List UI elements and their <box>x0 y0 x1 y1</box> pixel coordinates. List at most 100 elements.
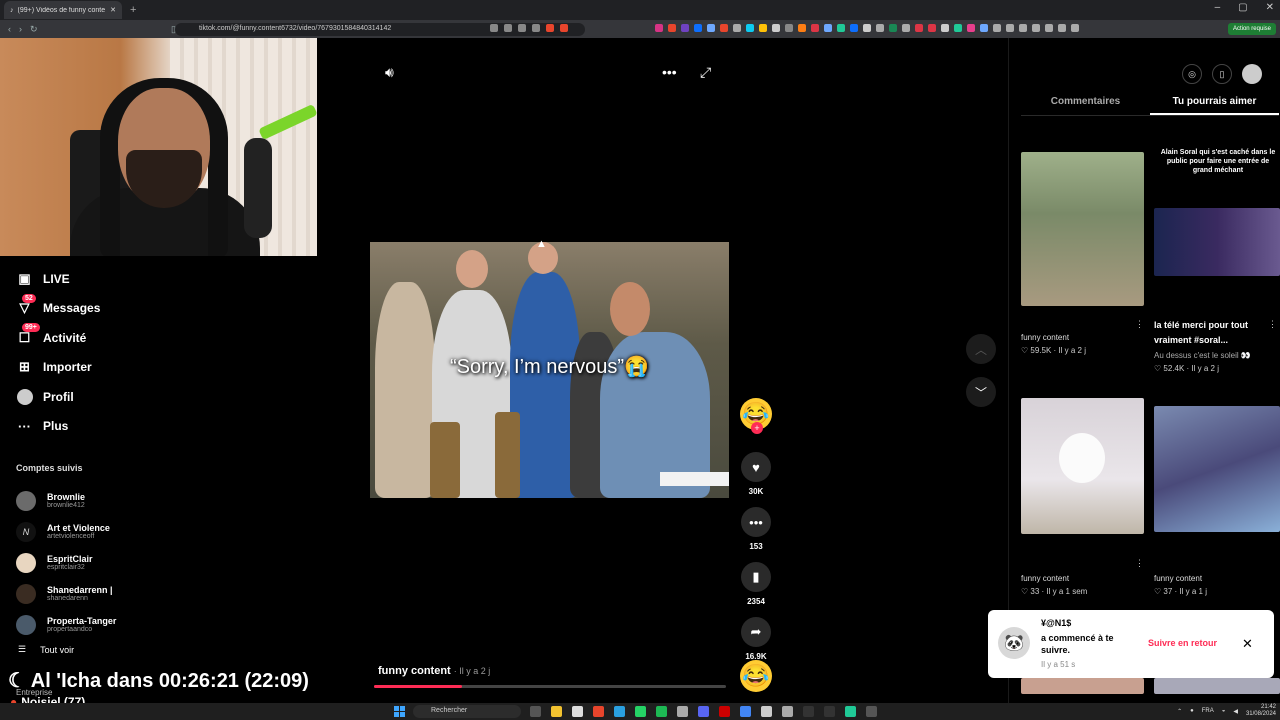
extension-icon[interactable] <box>954 24 962 32</box>
creator-avatar[interactable]: 😂 + <box>740 398 772 434</box>
compass-icon[interactable]: ◎ <box>1182 64 1202 84</box>
file-explorer-icon[interactable] <box>551 706 562 717</box>
extension-icon[interactable] <box>707 24 715 32</box>
fullscreen-icon[interactable]: ⤢ <box>700 64 711 81</box>
app-icon[interactable] <box>845 706 856 717</box>
taskbar-search[interactable]: Rechercher <box>413 705 521 718</box>
extension-icon[interactable] <box>980 24 988 32</box>
brave-icon[interactable] <box>593 706 604 717</box>
extension-icon[interactable] <box>720 24 728 32</box>
language-indicator[interactable]: FRA <box>1202 708 1214 714</box>
follow-plus-icon[interactable]: + <box>751 422 763 434</box>
extension-icon[interactable] <box>837 24 845 32</box>
extension-icon[interactable] <box>798 24 806 32</box>
browser-tab[interactable]: ♪ (99+) Vidéos de funny conte ✕ <box>4 1 122 19</box>
close-icon[interactable]: ✕ <box>1242 636 1253 652</box>
tab-close-icon[interactable]: ✕ <box>110 6 116 14</box>
extension-icon[interactable] <box>733 24 741 32</box>
more-options-icon[interactable]: ⋮ <box>1268 319 1277 330</box>
extension-icon[interactable] <box>967 24 975 32</box>
wifi-icon[interactable]: ◒ <box>1222 708 1226 714</box>
previous-video-button[interactable]: ︿ <box>966 334 996 364</box>
extension-icon[interactable] <box>941 24 949 32</box>
follow-back-button[interactable]: Suivre en retour <box>1148 638 1217 648</box>
brave-rewards-icon[interactable] <box>560 24 568 32</box>
clock[interactable]: 21:42 31/08/2024 <box>1246 704 1276 718</box>
more-options-icon[interactable]: ⋮ <box>1135 558 1144 569</box>
app-icon[interactable] <box>824 706 835 717</box>
maximize-icon[interactable]: ▢ <box>1238 2 1247 13</box>
extension-icon[interactable] <box>668 24 676 32</box>
video-player[interactable]: “Sorry, I’m nervous”😭 <box>370 242 729 498</box>
extension-icon[interactable] <box>681 24 689 32</box>
extension-icon[interactable] <box>759 24 767 32</box>
sidebar-item-messages[interactable]: ▽ 52 Messages <box>0 293 300 324</box>
app-icon[interactable] <box>761 706 772 717</box>
sidebar-item-profile[interactable]: Profil <box>0 382 300 412</box>
app-icon[interactable] <box>866 706 877 717</box>
action-required-button[interactable]: Action requise <box>1227 23 1276 35</box>
extension-icon[interactable] <box>928 24 936 32</box>
list-item[interactable]: N Art et Violence artetviolenceoff <box>16 516 116 547</box>
extension-icon[interactable] <box>655 24 663 32</box>
sidebar-item-live[interactable]: ▣ LIVE <box>0 264 300 294</box>
speaker-icon[interactable]: ◀ <box>1233 708 1238 715</box>
save-button[interactable]: ▮ <box>741 562 771 592</box>
music-disc-icon[interactable]: 😂 <box>740 660 772 692</box>
list-item[interactable]: Properta-Tanger propertaandco <box>16 609 116 640</box>
star-icon[interactable] <box>532 24 540 32</box>
share-icon[interactable] <box>504 24 512 32</box>
video-thumbnail[interactable] <box>1021 152 1144 306</box>
more-options-icon[interactable]: ••• <box>662 64 677 80</box>
chrome-icon[interactable] <box>740 706 751 717</box>
list-item[interactable]: Brownlie brownlie412 <box>16 485 116 516</box>
list-item[interactable]: Shanedarrenn | shanedarenn <box>16 578 116 609</box>
task-view-icon[interactable] <box>530 706 541 717</box>
extension-icon[interactable] <box>772 24 780 32</box>
tray-chevron-icon[interactable]: ⌃ <box>1177 708 1182 715</box>
volume-icon[interactable]: 🔊︎ <box>385 64 394 81</box>
translate-icon[interactable] <box>490 24 498 32</box>
extension-icon[interactable] <box>915 24 923 32</box>
extension-icon[interactable] <box>811 24 819 32</box>
opera-icon[interactable] <box>719 706 730 717</box>
extension-icon[interactable] <box>1058 24 1066 32</box>
video-thumbnail[interactable] <box>1154 406 1280 532</box>
video-author[interactable]: funny content · Il y a 2 j <box>378 665 490 677</box>
new-tab-icon[interactable]: + <box>130 4 136 16</box>
minimize-icon[interactable]: – <box>1215 2 1221 13</box>
tab-you-may-like[interactable]: Tu pourrais aimer <box>1150 96 1279 115</box>
whatsapp-icon[interactable] <box>635 706 646 717</box>
microphone-icon[interactable]: ● <box>1190 708 1194 714</box>
video-thumbnail[interactable] <box>1154 678 1280 694</box>
brave-shield-icon[interactable] <box>546 24 554 32</box>
list-item[interactable]: EspritClair espritclair32 <box>16 547 116 578</box>
app-icon[interactable] <box>677 706 688 717</box>
extension-icon[interactable] <box>902 24 910 32</box>
app-icon[interactable] <box>803 706 814 717</box>
video-thumbnail[interactable] <box>1021 678 1144 694</box>
see-all-link[interactable]: ☰ Tout voir <box>18 644 74 655</box>
zoom-icon[interactable] <box>518 24 526 32</box>
tab-comments[interactable]: Commentaires <box>1021 96 1150 115</box>
extension-icon[interactable] <box>785 24 793 32</box>
phone-icon[interactable]: ▯ <box>1212 64 1232 84</box>
extension-icon[interactable] <box>694 24 702 32</box>
spotify-icon[interactable] <box>656 706 667 717</box>
extension-icon[interactable] <box>850 24 858 32</box>
extension-icon[interactable] <box>993 24 1001 32</box>
extension-icon[interactable] <box>1045 24 1053 32</box>
discord-icon[interactable] <box>698 706 709 717</box>
extension-icon[interactable] <box>1019 24 1027 32</box>
app-icon[interactable] <box>782 706 793 717</box>
extension-icon[interactable] <box>889 24 897 32</box>
more-options-icon[interactable]: ⋮ <box>1135 319 1144 330</box>
window-close-icon[interactable]: ✕ <box>1266 2 1274 13</box>
extension-icon[interactable] <box>1071 24 1079 32</box>
forward-icon[interactable]: › <box>19 24 22 34</box>
video-progress-bar[interactable] <box>374 685 726 688</box>
extension-icon[interactable] <box>1006 24 1014 32</box>
reload-icon[interactable]: ↻ <box>30 24 38 35</box>
like-button[interactable]: ♥ <box>741 452 771 482</box>
telegram-icon[interactable] <box>614 706 625 717</box>
